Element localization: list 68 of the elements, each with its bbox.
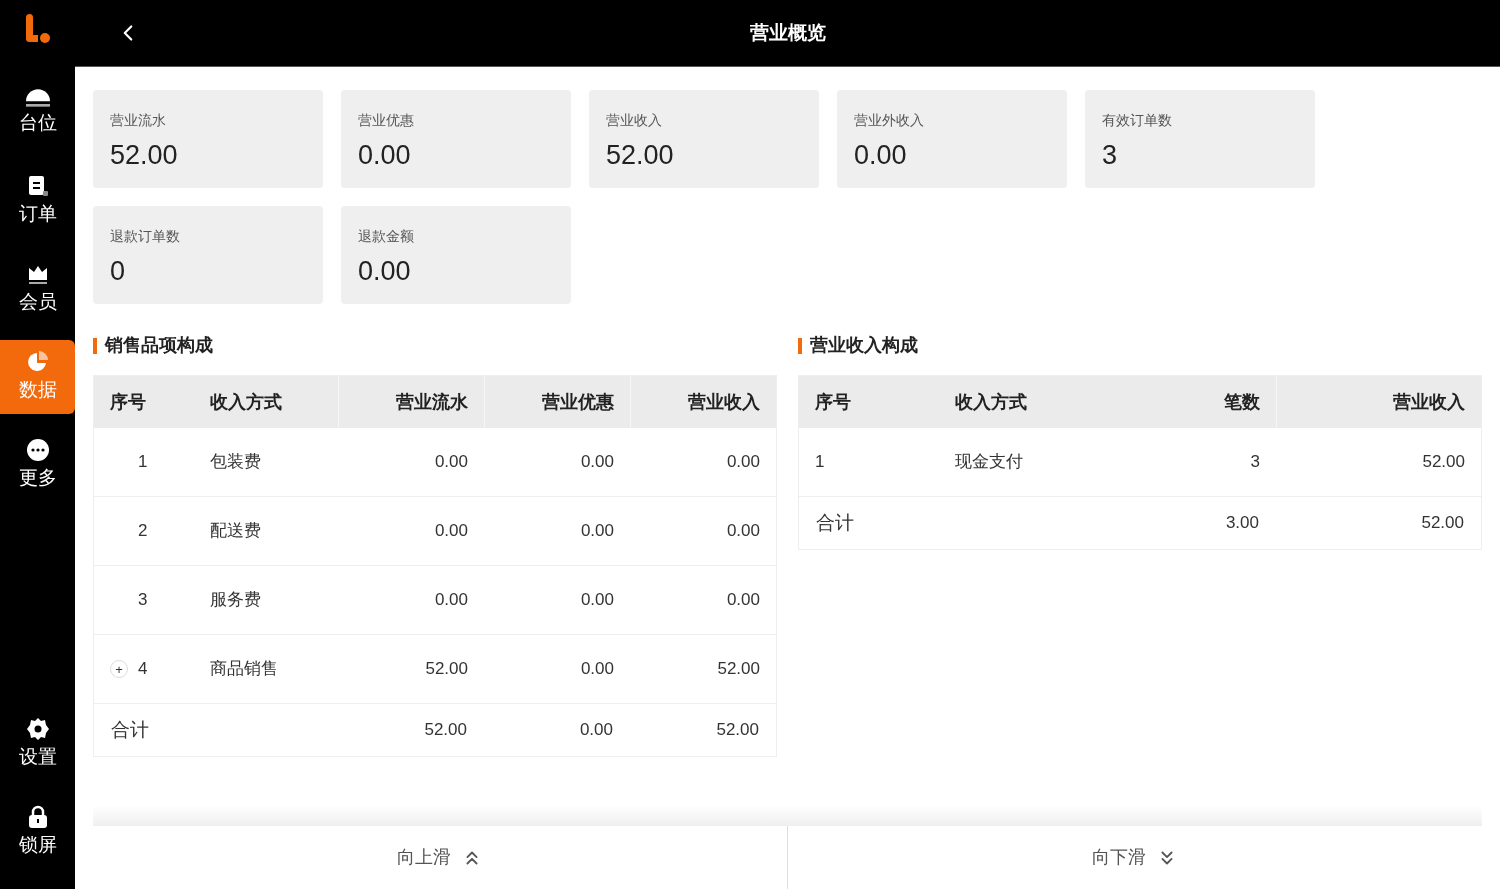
stat-value: 0.00 [358, 255, 411, 288]
total-cell-text: 52.00 [423, 719, 468, 742]
total-cell-text: 52.00 [1420, 512, 1465, 535]
stat-label: 营业优惠 [358, 111, 414, 130]
sidebar-item[interactable]: 锁屏 [0, 795, 75, 869]
stat-label: 退款订单数 [110, 227, 180, 246]
table-cell-text: 1 [814, 451, 826, 474]
stat-label: 营业外收入 [854, 111, 924, 130]
stat-label: 营业收入 [606, 111, 662, 130]
table-cell-text: 4 [138, 658, 148, 681]
logo-icon [23, 14, 52, 44]
stat-label: 有效订单数 [1102, 111, 1172, 130]
table-cell-text: 0.00 [579, 658, 615, 681]
column-header: 笔数 [1223, 390, 1261, 414]
section-marker [798, 337, 802, 354]
table-cell-text: 2 [138, 520, 148, 543]
table-cell-text: 3 [1249, 451, 1261, 474]
cloche-icon [25, 88, 50, 107]
table-cell-text: 0.00 [579, 520, 615, 543]
table-cell-text: 商品销售 [209, 658, 279, 681]
section-title: 销售品项构成 [105, 334, 213, 357]
stat-value: 0 [110, 255, 126, 288]
more-icon [25, 437, 50, 462]
table-cell-text: 配送费 [209, 520, 262, 543]
page-title: 营业概览 [749, 20, 826, 45]
stat-value: 0.00 [358, 139, 411, 172]
table-cell-text: 0.00 [433, 451, 469, 474]
stat-value: 52.00 [606, 139, 674, 172]
table-cell-text: 52.00 [424, 658, 469, 681]
stat-value: 3 [1102, 139, 1118, 172]
column-header: 序号 [814, 390, 852, 414]
sidebar-item[interactable]: 设置 [0, 707, 75, 781]
total-cell-text: 0.00 [578, 719, 614, 742]
column-header: 序号 [109, 390, 147, 414]
table-cell-text: 0.00 [579, 451, 615, 474]
stat-label: 营业流水 [110, 111, 166, 130]
table-cell-text: 0.00 [725, 520, 761, 543]
table-cell-text: 包装费 [209, 451, 262, 474]
stat-value: 0.00 [854, 139, 907, 172]
settings-icon [25, 716, 50, 741]
scroll-button[interactable]: 向下滑 [787, 826, 1482, 889]
stat-value: 52.00 [110, 139, 178, 172]
pie-chart-icon [25, 349, 50, 374]
table-cell-text: 服务费 [209, 589, 262, 612]
section-marker [93, 337, 97, 354]
table-cell-text: 0.00 [579, 589, 615, 612]
column-header: 营业流水 [338, 376, 484, 428]
table-cell-text: 52.00 [1421, 451, 1466, 474]
column-header: 收入方式 [209, 390, 283, 414]
table-cell-text: 3 [138, 589, 148, 612]
table-cell-text: 0.00 [725, 451, 761, 474]
total-cell-text: 合计 [815, 510, 855, 535]
column-header: 营业优惠 [484, 376, 630, 428]
total-cell-text: 合计 [110, 717, 150, 742]
total-cell-text: 3.00 [1224, 512, 1260, 535]
table-cell-text: 0.00 [433, 589, 469, 612]
scroll-button[interactable]: 向上滑 [93, 826, 787, 889]
table-cell-text: 52.00 [716, 658, 761, 681]
section-title: 营业收入构成 [810, 334, 918, 357]
table-cell-text: 0.00 [725, 589, 761, 612]
stat-label: 退款金额 [358, 227, 414, 246]
column-header: 营业收入 [1276, 376, 1481, 428]
total-cell-text: 52.00 [715, 719, 760, 742]
table-cell-text: 1 [138, 451, 148, 474]
table-cell-text: 0.00 [433, 520, 469, 543]
table-cell-text: 现金支付 [954, 451, 1024, 474]
column-header: 营业收入 [630, 376, 776, 428]
column-header: 收入方式 [954, 390, 1028, 414]
